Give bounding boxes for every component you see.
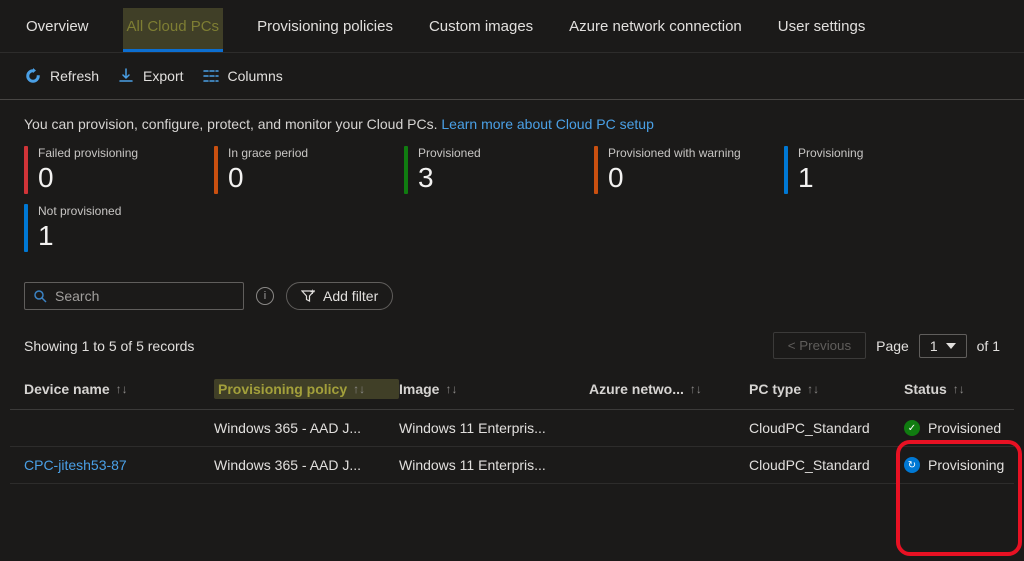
stat-value: 1 [38,220,121,252]
of-text: of 1 [977,338,1000,354]
stat-bar [24,146,28,194]
search-icon [33,289,47,303]
export-button[interactable]: Export [117,67,183,85]
stat-value: 0 [228,162,308,194]
info-icon[interactable]: i [256,287,274,305]
stat-failed-provisioning[interactable]: Failed provisioning 0 [24,146,174,194]
tab-provisioning-policies[interactable]: Provisioning policies [255,8,395,52]
columns-label: Columns [228,68,283,84]
refresh-icon [24,67,42,85]
cell-device-link[interactable]: CPC-jitesh53-87 [24,457,214,473]
intro-sentence: You can provision, configure, protect, a… [24,116,438,132]
download-icon [117,67,135,85]
col-status[interactable]: Status ↑↓ [904,381,1024,397]
columns-button[interactable]: Columns [202,67,283,85]
stat-value: 3 [418,162,481,194]
sort-icon: ↑↓ [445,382,457,396]
svg-text:+: + [310,289,315,297]
previous-button[interactable]: < Previous [773,332,866,359]
stat-value: 0 [38,162,138,194]
pager: < Previous Page 1 of 1 [773,332,1000,359]
cell-pctype: CloudPC_Standard [749,457,904,473]
col-label: Status [904,381,947,397]
status-text: Provisioned [928,420,1001,436]
sort-icon: ↑↓ [353,382,365,396]
records-bar: Showing 1 to 5 of 5 records < Previous P… [0,318,1024,369]
stat-bar [24,204,28,252]
stats-row-2: Not provisioned 1 [0,204,1024,262]
tab-custom-images[interactable]: Custom images [427,8,535,52]
col-label: Azure netwo... [589,381,684,397]
sort-icon: ↑↓ [953,382,965,396]
cell-image: Windows 11 Enterpris... [399,457,589,473]
tab-overview[interactable]: Overview [24,8,91,52]
stat-label: In grace period [228,146,308,160]
status-text: Provisioning [928,457,1004,473]
stat-label: Provisioned [418,146,481,160]
check-icon: ✓ [904,420,920,436]
chevron-down-icon [946,343,956,349]
table-header: Device name ↑↓ Provisioning policy ↑↓ Im… [10,369,1014,410]
learn-more-link[interactable]: Learn more about Cloud PC setup [441,116,653,132]
stat-in-grace-period[interactable]: In grace period 0 [214,146,364,194]
sort-icon: ↑↓ [116,382,128,396]
search-input[interactable]: Search [24,282,244,310]
page-value: 1 [930,338,938,354]
stat-not-provisioned[interactable]: Not provisioned 1 [24,204,174,252]
table-row[interactable]: CPC-jitesh53-87 Windows 365 - AAD J... W… [10,447,1014,484]
sort-icon: ↑↓ [807,382,819,396]
stat-provisioning[interactable]: Provisioning 1 [784,146,934,194]
toolbar: Refresh Export Columns [0,53,1024,100]
cell-policy: Windows 365 - AAD J... [214,457,399,473]
table-row[interactable]: Windows 365 - AAD J... Windows 11 Enterp… [10,410,1014,447]
stat-label: Provisioning [798,146,863,160]
col-image[interactable]: Image ↑↓ [399,381,589,397]
tab-user-settings[interactable]: User settings [776,8,868,52]
stat-bar [594,146,598,194]
cell-policy: Windows 365 - AAD J... [214,420,399,436]
stat-label: Provisioned with warning [608,146,741,160]
stat-bar [214,146,218,194]
stat-bar [784,146,788,194]
col-device-name[interactable]: Device name ↑↓ [24,381,214,397]
col-label: Device name [24,381,110,397]
add-filter-button[interactable]: + Add filter [286,282,393,310]
filter-row: Search i + Add filter [0,262,1024,318]
tab-all-cloud-pcs[interactable]: All Cloud PCs [123,8,224,52]
stat-bar [404,146,408,194]
sync-icon: ↻ [904,457,920,473]
stat-label: Not provisioned [38,204,121,218]
cell-image: Windows 11 Enterpris... [399,420,589,436]
search-placeholder: Search [55,288,99,304]
add-filter-label: Add filter [323,288,378,304]
col-label: Image [399,381,439,397]
records-text: Showing 1 to 5 of 5 records [24,338,194,354]
col-azure-network[interactable]: Azure netwo... ↑↓ [589,381,749,397]
stats-row: Failed provisioning 0 In grace period 0 … [0,146,1024,204]
page-select[interactable]: 1 [919,334,967,358]
device-table: Device name ↑↓ Provisioning policy ↑↓ Im… [0,369,1024,484]
col-pc-type[interactable]: PC type ↑↓ [749,381,904,397]
stat-provisioned[interactable]: Provisioned 3 [404,146,554,194]
tabs: Overview All Cloud PCs Provisioning poli… [0,0,1024,53]
tab-azure-network-connection[interactable]: Azure network connection [567,8,744,52]
stat-value: 1 [798,162,863,194]
export-label: Export [143,68,183,84]
stat-value: 0 [608,162,741,194]
refresh-label: Refresh [50,68,99,84]
stat-label: Failed provisioning [38,146,138,160]
col-label: Provisioning policy [218,381,347,397]
intro-text: You can provision, configure, protect, a… [0,100,1024,146]
columns-icon [202,67,220,85]
filter-icon: + [301,289,315,303]
stat-provisioned-with-warning[interactable]: Provisioned with warning 0 [594,146,744,194]
cell-status: ✓ Provisioned [904,420,1024,436]
cell-status: ↻ Provisioning [904,457,1024,473]
page-label: Page [876,338,909,354]
col-provisioning-policy[interactable]: Provisioning policy ↑↓ [214,379,399,399]
sort-icon: ↑↓ [690,382,702,396]
col-label: PC type [749,381,801,397]
cell-pctype: CloudPC_Standard [749,420,904,436]
refresh-button[interactable]: Refresh [24,67,99,85]
